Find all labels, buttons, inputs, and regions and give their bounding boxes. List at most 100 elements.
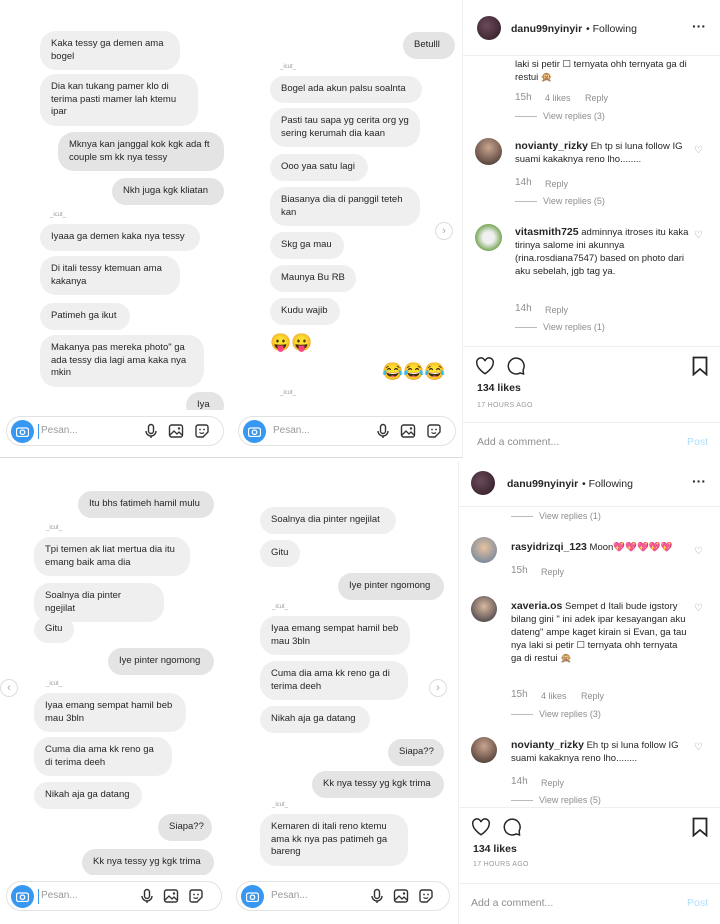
microphone-icon[interactable] (143, 423, 159, 439)
reply-button[interactable]: Reply (581, 691, 604, 701)
view-replies[interactable]: View replies (5) (511, 795, 601, 805)
avatar[interactable] (475, 224, 502, 251)
username-tag: _icut_ (50, 212, 67, 218)
like-heart-icon[interactable]: ♡ (694, 231, 704, 241)
more-options-icon[interactable]: ··· (692, 473, 706, 489)
microphone-icon[interactable] (139, 888, 155, 904)
bookmark-icon[interactable] (692, 817, 708, 837)
like-heart-icon[interactable]: ♡ (694, 547, 704, 557)
avatar[interactable] (471, 537, 497, 563)
view-replies[interactable]: View replies (3) (511, 709, 601, 719)
username-tag: _icut_ (280, 64, 297, 70)
text-caret (38, 424, 39, 439)
camera-icon[interactable] (243, 420, 266, 443)
sticker-icon[interactable] (188, 888, 204, 904)
comment-time: 15h (511, 565, 528, 576)
camera-icon[interactable] (11, 420, 34, 443)
comment-text: Moon💖💖💖💖💖 (589, 542, 673, 553)
message-input-bar: Pesan... (236, 881, 450, 911)
post-actions (463, 346, 720, 386)
comment-bubble-icon[interactable] (506, 356, 526, 376)
camera-icon[interactable] (241, 885, 264, 908)
camera-icon[interactable] (11, 885, 34, 908)
message-input[interactable]: Pesan... (271, 890, 308, 901)
comment-text: laki si petir ☐ ternyata ohh ternyata ga… (515, 59, 687, 83)
post-timestamp: 17 HOURS AGO (473, 861, 529, 868)
comment-bubble-icon[interactable] (502, 817, 522, 837)
comment-likes[interactable]: 4 likes (545, 93, 571, 103)
view-replies[interactable]: View replies (5) (515, 196, 605, 206)
like-heart-icon[interactable]: ♡ (694, 604, 704, 614)
message-bubble: Biasanya dia di panggil teteh kan (270, 187, 420, 226)
bookmark-icon[interactable] (692, 356, 708, 376)
likes-count[interactable]: 134 likes (473, 843, 517, 855)
reply-button[interactable]: Reply (545, 305, 568, 315)
message-bubble: Di itali tessy ktemuan ama kakanya (40, 256, 180, 295)
prev-arrow-icon[interactable]: ‹ (0, 679, 18, 697)
next-arrow-icon[interactable]: › (429, 679, 447, 697)
comment-username[interactable]: xaveria.os (511, 600, 562, 612)
comment: novianty_rizky Eh tp si luna follow IG s… (515, 140, 690, 166)
sticker-icon[interactable] (426, 423, 442, 439)
gallery-icon[interactable] (163, 888, 179, 904)
comment-username[interactable]: novianty_rizky (511, 739, 584, 751)
view-replies[interactable]: View replies (1) (515, 322, 605, 332)
message-list[interactable]: Soalnya dia pinter ngejilat Gitu Iye pin… (230, 461, 456, 875)
add-comment-input[interactable]: Add a comment... (471, 897, 553, 909)
following-label[interactable]: • Following (582, 478, 633, 490)
like-heart-icon[interactable]: ♡ (694, 743, 704, 753)
avatar[interactable] (475, 138, 502, 165)
comment: rasyidrizqi_123 Moon💖💖💖💖💖 (511, 541, 690, 554)
following-label[interactable]: • Following (586, 23, 637, 35)
bottom-screenshot: Itu bhs fatimeh hamil mulu _icut_ Tpi te… (0, 461, 720, 924)
gallery-icon[interactable] (393, 888, 409, 904)
view-replies[interactable]: View replies (1) (511, 511, 601, 521)
more-options-icon[interactable]: ··· (692, 18, 706, 34)
post-button[interactable]: Post (687, 897, 708, 909)
reply-button[interactable]: Reply (585, 93, 608, 103)
comment-username[interactable]: vitasmith725 (515, 226, 579, 238)
post-button[interactable]: Post (687, 436, 708, 448)
username-tag: _icut_ (280, 390, 297, 396)
avatar[interactable] (471, 471, 495, 495)
view-replies[interactable]: View replies (3) (515, 111, 605, 121)
comment-time: 14h (515, 177, 532, 188)
message-input[interactable]: Pesan... (41, 425, 78, 436)
post-username[interactable]: danu99nyinyir (507, 478, 578, 490)
avatar[interactable] (477, 16, 501, 40)
chat-panel-3: Itu bhs fatimeh hamil mulu _icut_ Tpi te… (0, 461, 228, 919)
sticker-icon[interactable] (418, 888, 434, 904)
message-bubble: Skg ga mau (270, 232, 344, 259)
message-list[interactable]: Betulll _icut_ Bogel ada akun palsu soal… (232, 0, 462, 410)
reply-button[interactable]: Reply (541, 567, 564, 577)
comment-likes[interactable]: 4 likes (541, 691, 567, 701)
next-arrow-icon[interactable]: › (435, 222, 453, 240)
avatar[interactable] (471, 737, 497, 763)
like-heart-icon[interactable] (475, 357, 495, 375)
post-timestamp: 17 HOURS AGO (477, 402, 533, 409)
message-input[interactable]: Pesan... (41, 890, 78, 901)
message-list[interactable]: Kaka tessy ga demen ama bogel Dia kan tu… (0, 0, 230, 410)
comment-username[interactable]: novianty_rizky (515, 140, 588, 152)
like-heart-icon[interactable]: ♡ (694, 146, 704, 156)
like-heart-icon[interactable] (471, 818, 491, 836)
comment-username[interactable]: rasyidrizqi_123 (511, 541, 587, 553)
post-username[interactable]: danu99nyinyir (511, 23, 582, 35)
top-screenshot: Kaka tessy ga demen ama bogel Dia kan tu… (0, 0, 720, 458)
reply-button[interactable]: Reply (545, 179, 568, 189)
reply-button[interactable]: Reply (541, 778, 564, 788)
avatar[interactable] (471, 596, 497, 622)
add-comment-input[interactable]: Add a comment... (477, 436, 559, 448)
sticker-icon[interactable] (194, 423, 210, 439)
message-bubble: Iye pinter ngomong (108, 648, 214, 675)
microphone-icon[interactable] (375, 423, 391, 439)
microphone-icon[interactable] (369, 888, 385, 904)
chat-panel-4: Soalnya dia pinter ngejilat Gitu Iye pin… (230, 461, 456, 919)
likes-count[interactable]: 134 likes (477, 382, 521, 394)
post-header: danu99nyinyir • Following ··· (463, 0, 720, 56)
message-input[interactable]: Pesan... (273, 425, 310, 436)
gallery-icon[interactable] (400, 423, 416, 439)
gallery-icon[interactable] (168, 423, 184, 439)
message-list[interactable]: Itu bhs fatimeh hamil mulu _icut_ Tpi te… (0, 461, 228, 875)
comment-time: 14h (515, 303, 532, 314)
